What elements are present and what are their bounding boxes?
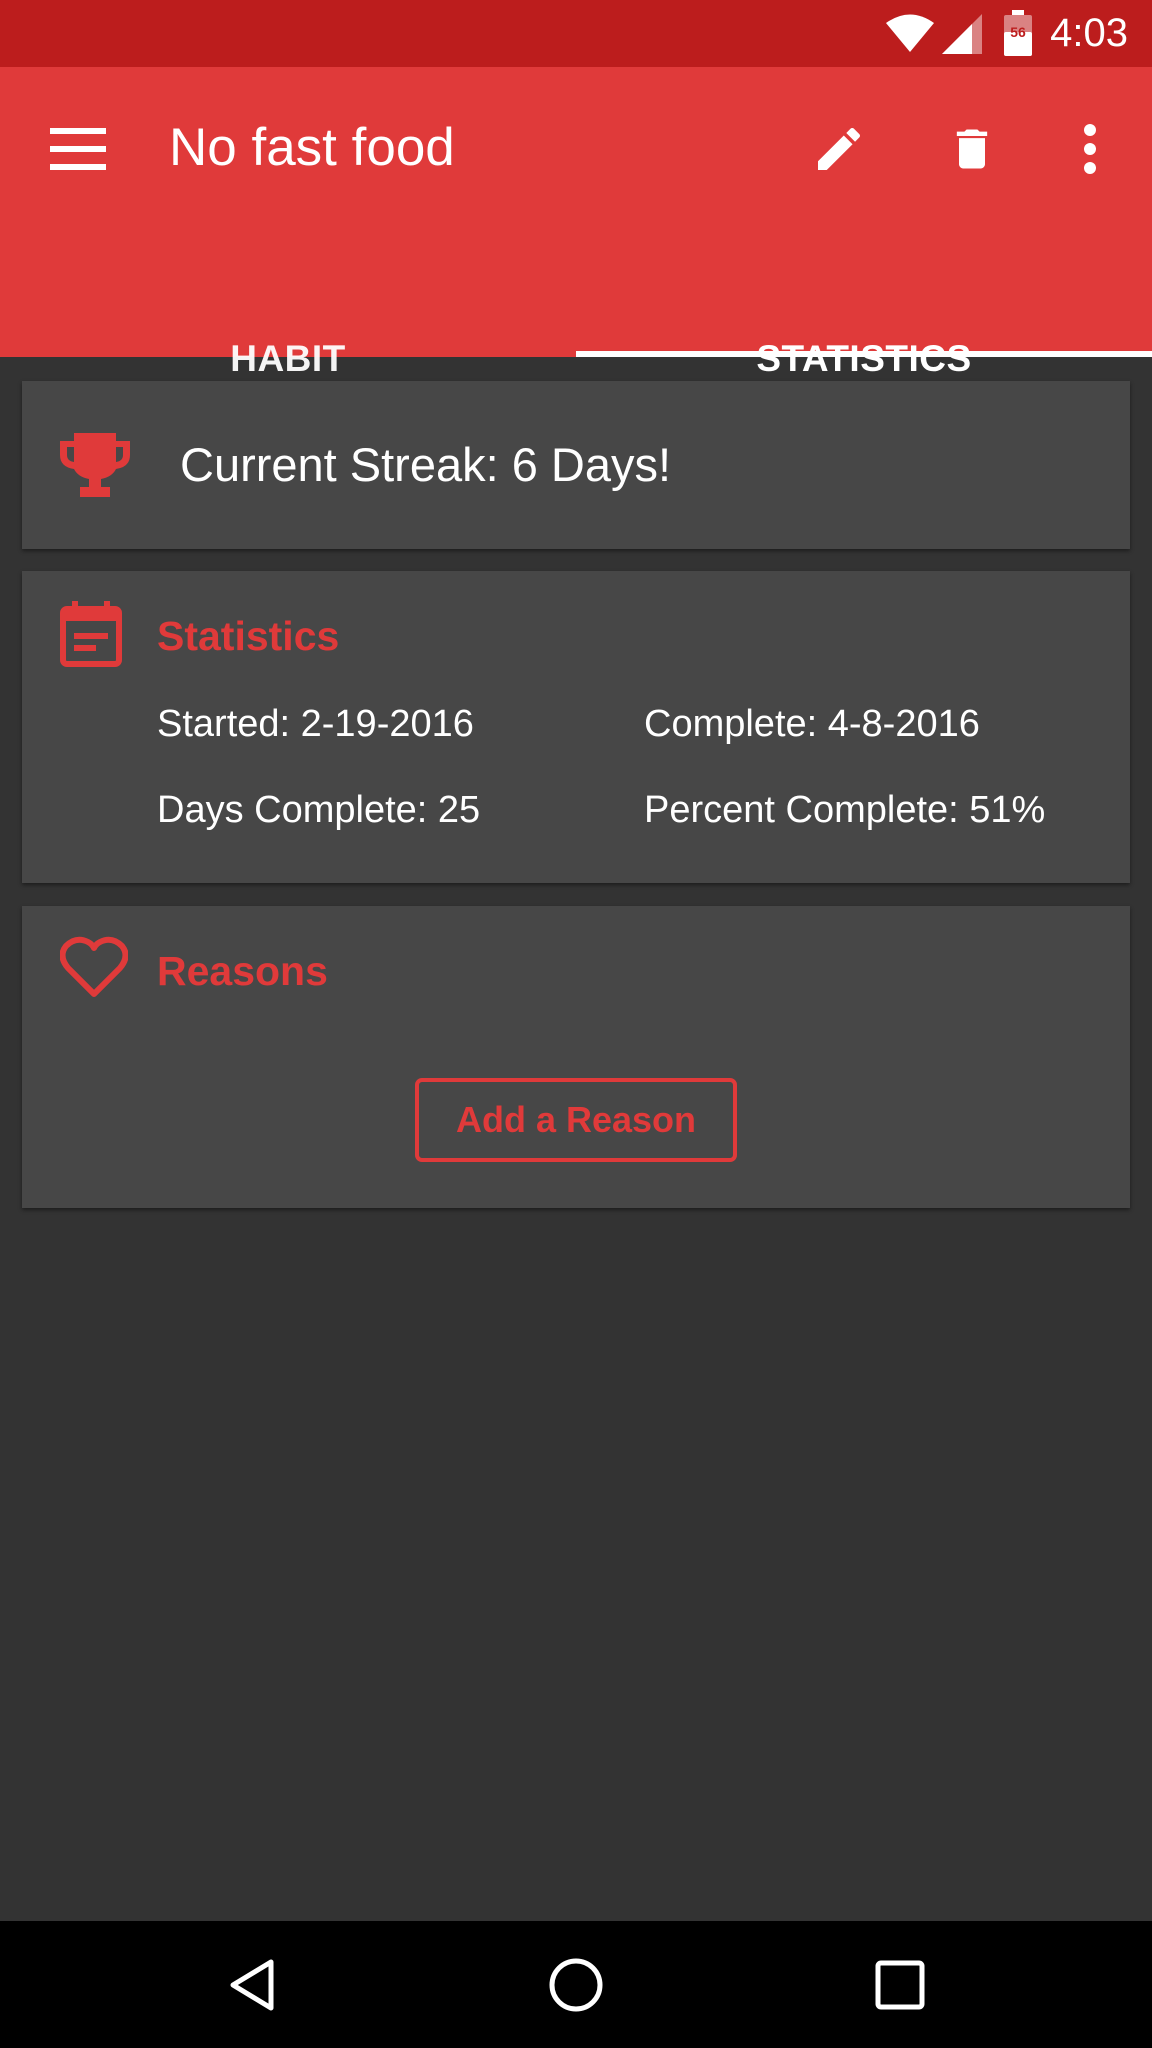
edit-icon [818,127,861,170]
reasons-card: Reasons Add a Reason [22,906,1130,1208]
streak-card: Current Streak: 6 Days! [22,381,1130,549]
battery-icon: 56 [1004,10,1032,56]
battery-level: 56 [1010,24,1026,40]
statistics-title: Statistics [157,613,340,659]
percent-complete: Percent Complete: 51% [644,789,1046,831]
home-button[interactable] [526,1941,626,2029]
days-complete: Days Complete: 25 [157,789,481,831]
tab-indicator [576,351,1152,357]
app-toolbar: No fast food HABIT STATISTICS [0,67,1152,379]
home-icon [549,1958,603,2012]
started-date: Started: 2-19-2016 [157,703,474,745]
more-options-button[interactable] [1048,107,1132,191]
edit-button[interactable] [797,107,881,191]
system-nav-bar [0,1921,1152,2048]
trophy-icon [60,433,130,497]
heart-icon [60,936,128,997]
add-reason-button[interactable]: Add a Reason [415,1078,737,1162]
page-title: No fast food [169,118,455,177]
menu-icon [50,128,106,170]
delete-icon [956,129,988,169]
calendar-icon [60,601,122,667]
reasons-title: Reasons [157,948,328,994]
current-streak-text: Current Streak: 6 Days! [180,438,672,491]
delete-button[interactable] [930,107,1014,191]
complete-date: Complete: 4-8-2016 [644,703,980,745]
app-screen: 56 4:03 No fast food HABIT STATISTICS Cu… [0,0,1152,2048]
menu-button[interactable] [36,107,120,191]
back-button[interactable] [202,1941,302,2029]
status-time: 4:03 [1050,11,1128,55]
wifi-icon [886,14,934,52]
recents-button[interactable] [850,1941,950,2029]
status-bar: 56 4:03 [0,0,1152,67]
back-icon [230,1959,274,2011]
recents-icon [875,1960,925,2010]
more-vert-icon [1084,124,1096,174]
statistics-card: Statistics Started: 2-19-2016 Complete: … [22,571,1130,883]
cell-signal-icon [942,14,982,54]
